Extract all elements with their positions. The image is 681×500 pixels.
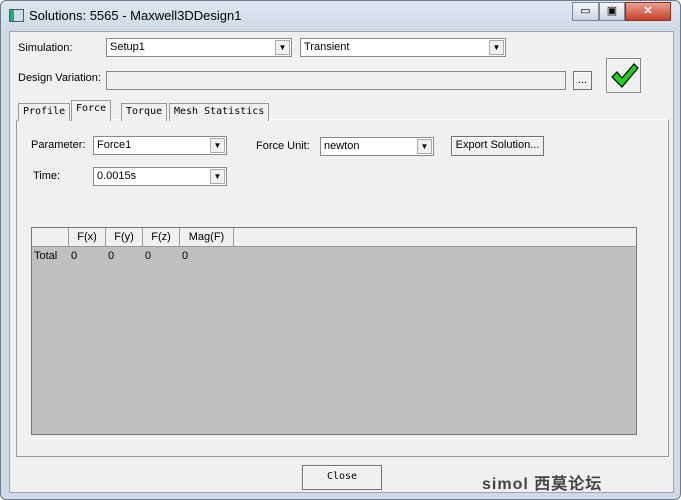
close-button[interactable]: Close <box>302 465 382 490</box>
chevron-down-icon: ▼ <box>417 139 432 154</box>
parameter-value: Force1 <box>97 139 132 151</box>
cell-magf: 0 <box>182 250 189 262</box>
status-indicator <box>606 58 641 93</box>
dialog-window: Solutions: 5565 - Maxwell3DDesign1 ▭ ▣ ✕… <box>0 0 681 500</box>
table-header-corner <box>32 228 69 247</box>
column-header-fy[interactable]: F(y) <box>106 228 143 247</box>
watermark-logo: simol 西莫论坛 <box>482 476 603 493</box>
app-icon <box>9 9 24 22</box>
simulation-value: Setup1 <box>110 41 145 53</box>
column-header-fx[interactable]: F(x) <box>69 228 106 247</box>
close-window-button[interactable]: ✕ <box>625 2 671 21</box>
browse-button[interactable]: ... <box>573 71 592 90</box>
column-header-magf[interactable]: Mag(F) <box>180 228 234 247</box>
simulation-label: Simulation: <box>18 42 73 54</box>
chevron-down-icon: ▼ <box>210 138 225 153</box>
chevron-down-icon: ▼ <box>489 40 504 55</box>
cell-fx: 0 <box>71 250 78 262</box>
column-header-fz[interactable]: F(z) <box>143 228 180 247</box>
cell-fz: 0 <box>145 250 152 262</box>
chevron-down-icon: ▼ <box>275 40 290 55</box>
force-unit-select[interactable]: newton ▼ <box>320 137 434 156</box>
cell-fy: 0 <box>108 250 115 262</box>
parameter-select[interactable]: Force1 ▼ <box>93 136 227 155</box>
solution-type-value: Transient <box>304 41 350 53</box>
minimize-button[interactable]: ▭ <box>572 2 599 21</box>
tab-mesh-statistics[interactable]: Mesh Statistics <box>169 103 270 121</box>
client-area: Simulation: Setup1 ▼ Transient ▼ Design Va… <box>9 31 674 493</box>
design-variation-field[interactable] <box>106 71 566 90</box>
window-title: Solutions: 5565 - Maxwell3DDesign1 <box>29 8 242 23</box>
parameter-label: Parameter: <box>31 139 86 151</box>
simulation-select[interactable]: Setup1 ▼ <box>106 38 292 57</box>
solution-type-select[interactable]: Transient ▼ <box>300 38 506 57</box>
tab-torque[interactable]: Torque <box>121 103 168 121</box>
row-label-total: Total <box>34 250 58 262</box>
time-select[interactable]: 0.0015s ▼ <box>93 167 227 186</box>
time-value: 0.0015s <box>97 170 137 182</box>
maximize-button[interactable]: ▣ <box>599 2 625 21</box>
time-label: Time: <box>33 170 61 182</box>
force-table: F(x) F(y) F(z) Mag(F) Total 0 0 0 0 <box>31 227 637 435</box>
design-variation-label: Design Variation: <box>18 72 101 84</box>
export-solution-button[interactable]: Export Solution... <box>451 136 544 156</box>
force-unit-value: newton <box>324 140 360 152</box>
tab-force[interactable]: Force <box>71 100 112 121</box>
chevron-down-icon: ▼ <box>210 169 225 184</box>
tab-profile[interactable]: Profile <box>18 103 71 121</box>
force-unit-label: Force Unit: <box>256 140 310 152</box>
check-icon <box>611 63 639 88</box>
column-header-empty <box>234 228 636 247</box>
